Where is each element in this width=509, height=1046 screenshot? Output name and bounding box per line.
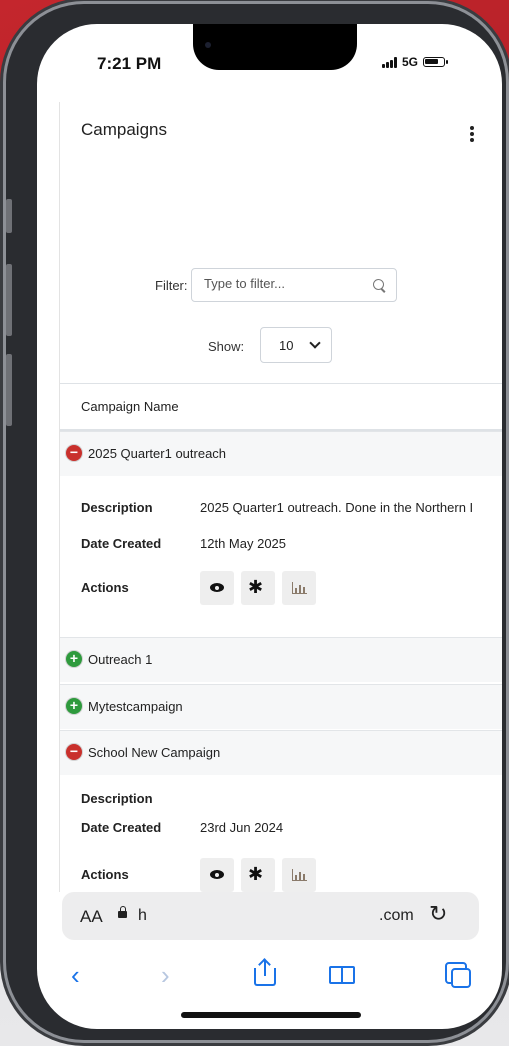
network-label: 5G [402,55,419,69]
report-button[interactable] [282,858,316,892]
gear-icon: ✱ [248,577,264,597]
filter-input[interactable] [204,276,354,291]
campaign-details: Description Date Created 23rd Jun 2024 A… [60,775,502,892]
report-button[interactable] [282,571,316,605]
page-title: Campaigns [81,120,167,139]
campaign-row[interactable]: − 2025 Quarter1 outreach [60,431,502,476]
date-created-value: 23rd Jun 2024 [200,820,284,835]
bookmarks-icon[interactable] [329,966,355,984]
volume-up-button [6,264,12,336]
column-header-campaign-name[interactable]: Campaign Name [81,399,179,414]
share-icon[interactable] [254,958,276,986]
home-indicator[interactable] [181,1012,361,1018]
settings-button[interactable]: ✱ [241,858,275,892]
chevron-down-icon [309,337,321,349]
address-bar[interactable]: AA h .com ↻ [62,892,479,940]
show-label: Show: [208,339,245,354]
campaign-name: 2025 Quarter1 outreach [88,446,227,461]
volume-down-button [6,354,12,426]
status-indicators: 5G [382,55,449,69]
description-label: Description [81,500,153,515]
chart-icon [292,869,307,881]
phone-frame: 7:21 PM 5G Campaigns Filter: Show: 10 Ca… [6,4,506,1040]
description-value: 2025 Quarter1 outreach. Done in the Nort… [200,500,474,515]
campaign-details: Description 2025 Quarter1 outreach. Done… [60,476,502,636]
campaign-name: Mytestcampaign [88,699,183,714]
campaign-row[interactable]: + Mytestcampaign [60,684,502,729]
url-text-end[interactable]: .com [379,907,414,925]
chart-icon [292,582,307,594]
campaign-name: Outreach 1 [88,652,153,667]
description-label: Description [81,791,153,806]
notch [193,24,357,70]
collapse-row-icon[interactable]: − [66,744,82,760]
date-created-label: Date Created [81,820,162,835]
settings-button[interactable]: ✱ [241,571,275,605]
campaign-row[interactable]: − School New Campaign [60,730,502,775]
more-options-icon[interactable] [470,126,474,144]
eye-icon [210,583,224,592]
back-icon[interactable]: ‹ [71,960,80,990]
reload-icon[interactable]: ↻ [429,901,447,927]
eye-icon [210,870,224,879]
date-created-value: 12th May 2025 [200,536,287,551]
battery-icon [423,57,449,67]
forward-icon[interactable]: › [161,960,170,990]
gear-icon: ✱ [248,864,264,884]
expand-row-icon[interactable]: + [66,651,82,667]
view-button[interactable] [200,858,234,892]
page-size-value: 10 [279,338,294,353]
collapse-row-icon[interactable]: − [66,445,82,461]
actions-label: Actions [81,867,129,882]
web-content: Campaigns Filter: Show: 10 Campaign Name… [59,102,502,892]
lock-icon [118,906,127,918]
search-icon[interactable] [373,279,384,290]
campaign-row[interactable]: + Outreach 1 [60,637,502,682]
status-time: 7:21 PM [97,54,162,73]
tabs-icon[interactable] [445,962,471,988]
page-size-select[interactable]: 10 [260,327,332,363]
battery-fill [425,59,439,64]
view-button[interactable] [200,571,234,605]
reader-options-button[interactable]: AA [80,907,103,927]
filter-label: Filter: [155,278,188,293]
campaign-name: School New Campaign [88,745,221,760]
actions-label: Actions [81,580,129,595]
camera-icon [205,42,211,48]
url-text-start[interactable]: h [138,907,147,925]
signal-icon [382,56,397,68]
date-created-label: Date Created [81,536,162,551]
filter-field[interactable] [191,268,397,302]
expand-row-icon[interactable]: + [66,698,82,714]
divider [60,383,502,384]
silent-switch [6,199,12,233]
phone-screen: 7:21 PM 5G Campaigns Filter: Show: 10 Ca… [37,24,502,1029]
